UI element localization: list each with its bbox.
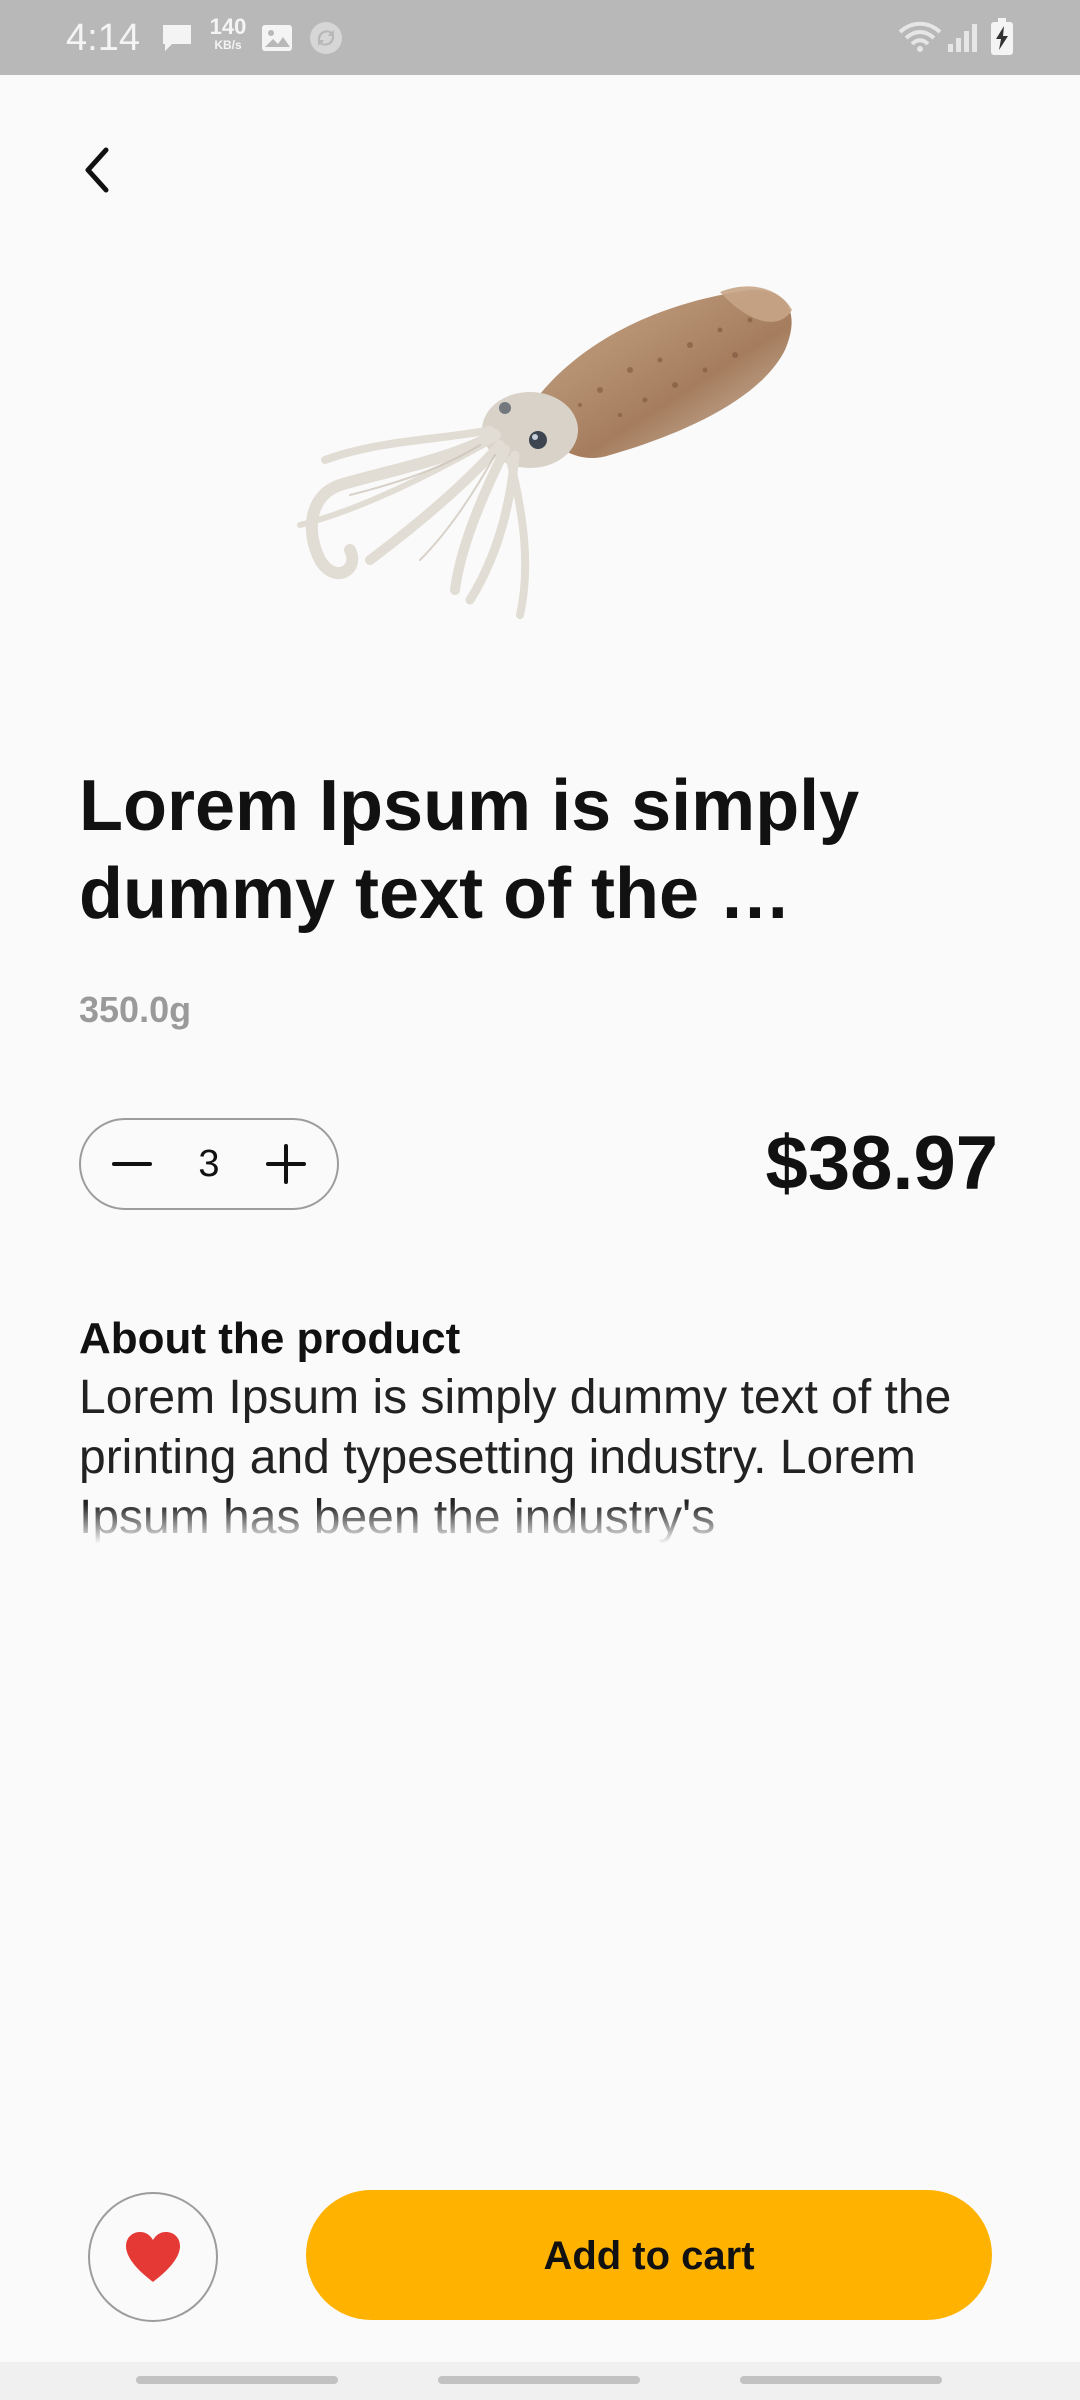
sync-icon	[309, 21, 343, 60]
nav-recent-apps[interactable]	[136, 2376, 338, 2384]
navigation-bar	[0, 2362, 1080, 2400]
text-fade-overlay	[79, 1504, 979, 1544]
signal-icon	[946, 20, 980, 59]
nav-back[interactable]	[740, 2376, 942, 2384]
back-button[interactable]	[70, 130, 140, 210]
product-image	[280, 270, 820, 630]
about-heading: About the product	[79, 1314, 461, 1363]
wifi-icon	[898, 20, 942, 59]
network-speed-unit: KB/s	[214, 38, 242, 52]
add-to-cart-button[interactable]: Add to cart	[306, 2190, 992, 2320]
plus-icon	[266, 1144, 306, 1184]
product-price: $38.97	[765, 1121, 998, 1206]
message-icon	[160, 22, 194, 59]
product-title: Lorem Ipsum is simply dummy text of the …	[79, 766, 860, 934]
favorite-button[interactable]	[88, 2192, 218, 2322]
status-time: 4:14	[66, 17, 140, 59]
quantity-stepper: 3	[79, 1118, 339, 1210]
status-bar: 4:14 140 KB/s	[0, 0, 1080, 75]
nav-home[interactable]	[438, 2376, 640, 2384]
battery-charging-icon	[990, 18, 1014, 61]
heart-icon	[126, 2232, 180, 2282]
about-description: Lorem Ipsum is simply dummy text of the …	[79, 1368, 979, 1544]
minus-icon	[112, 1162, 152, 1166]
network-speed: 140 KB/s	[203, 14, 253, 53]
quantity-value: 3	[198, 1143, 220, 1185]
product-weight: 350.0g	[79, 989, 192, 1030]
network-speed-value: 140	[209, 14, 247, 39]
decrease-quantity-button[interactable]	[87, 1120, 177, 1208]
image-icon	[260, 22, 294, 59]
chevron-left-icon	[85, 147, 109, 193]
product-detail-screen: 4:14 140 KB/s Lorem Ipsum is simply dumm…	[0, 0, 1080, 2400]
increase-quantity-button[interactable]	[241, 1120, 331, 1208]
